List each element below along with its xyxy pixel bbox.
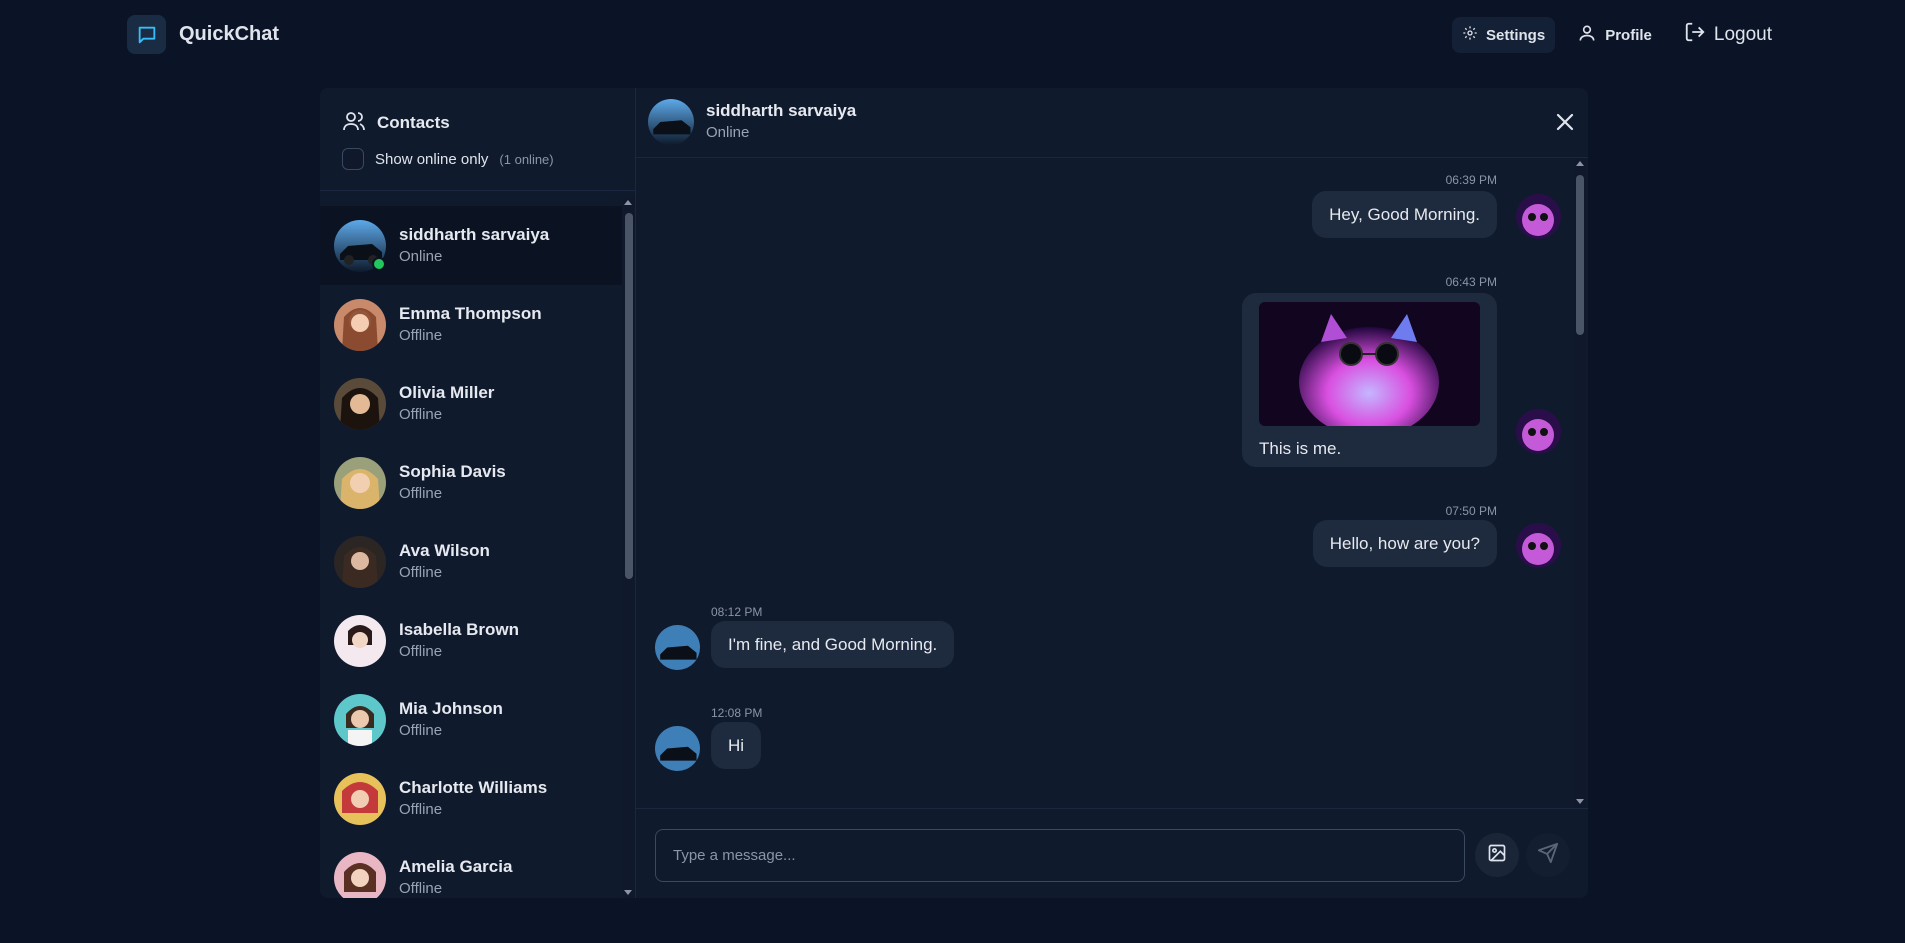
message-text: Hello, how are you?	[1329, 533, 1480, 553]
nav-actions: Settings Profile Logout	[1452, 17, 1782, 53]
message-bubble: Hey, Good Morning.	[1312, 191, 1497, 238]
message-text: I'm fine, and Good Morning.	[728, 634, 938, 654]
profile-button[interactable]: Profile	[1567, 17, 1662, 53]
send-button[interactable]	[1526, 833, 1570, 877]
image-icon	[1487, 843, 1507, 868]
logout-label: Logout	[1713, 24, 1772, 45]
message-text: Hey, Good Morning.	[1329, 204, 1480, 224]
brand[interactable]: QuickChat	[127, 15, 279, 54]
message-input[interactable]	[655, 829, 1465, 882]
send-icon	[1537, 842, 1559, 869]
user-icon	[1577, 23, 1597, 47]
message-bubble: I'm fine, and Good Morning.	[711, 621, 955, 668]
logout-button[interactable]: Logout	[1674, 17, 1782, 53]
car-photo-avatar	[655, 726, 700, 771]
chat-panel: siddharth sarvaiya Online 06:39 PM Hey, …	[320, 88, 1588, 898]
message-time: 12:08 PM	[711, 706, 763, 720]
close-icon[interactable]	[1553, 110, 1577, 134]
cat-photo-avatar	[1516, 194, 1561, 239]
message-outgoing: 07:50 PM Hello, how are you?	[636, 504, 1588, 572]
cat-with-sunglasses-image[interactable]	[1259, 302, 1480, 426]
app-name: QuickChat	[179, 23, 280, 45]
message-incoming: 08:12 PM I'm fine, and Good Morning.	[636, 605, 1588, 673]
scroll-up-arrow[interactable]	[1576, 161, 1584, 166]
message-text: Hi	[728, 735, 745, 755]
settings-button[interactable]: Settings	[1452, 17, 1556, 53]
cat-photo-avatar	[1516, 409, 1561, 454]
message-time: 07:50 PM	[1445, 504, 1497, 518]
message-incoming: 12:08 PM Hi	[636, 706, 1588, 774]
messages-area: 06:39 PM Hey, Good Morning. 06:43 PM Thi…	[636, 159, 1588, 809]
message-outgoing: 06:43 PM This is me.	[636, 275, 1588, 467]
message-time: 06:43 PM	[1445, 275, 1497, 289]
message-time: 06:39 PM	[1445, 173, 1497, 187]
message-text: This is me.	[1259, 439, 1342, 458]
message-bubble: This is me.	[1242, 293, 1497, 467]
gear-icon	[1462, 25, 1478, 45]
chat-contact-status: Online	[706, 124, 750, 141]
messages-scrollbar[interactable]	[1574, 159, 1586, 809]
chat-bubble-icon	[127, 15, 166, 54]
car-photo-avatar	[648, 99, 694, 145]
message-outgoing: 06:39 PM Hey, Good Morning.	[636, 173, 1588, 241]
profile-label: Profile	[1605, 26, 1652, 44]
scroll-thumb[interactable]	[1576, 175, 1584, 335]
chat-card: Contacts Show online only (1 online) sid…	[320, 88, 1588, 898]
attach-image-button[interactable]	[1475, 833, 1519, 877]
car-photo-avatar	[655, 625, 700, 670]
message-bubble: Hi	[711, 722, 762, 769]
message-bubble: Hello, how are you?	[1312, 520, 1497, 567]
message-time: 08:12 PM	[711, 605, 763, 619]
logout-icon	[1684, 21, 1706, 49]
chat-contact-name: siddharth sarvaiya	[706, 101, 857, 120]
settings-label: Settings	[1486, 26, 1546, 44]
message-composer	[636, 808, 1588, 898]
cat-photo-avatar	[1516, 523, 1561, 568]
navbar: QuickChat Settings Profile Logout	[0, 0, 1905, 70]
chat-contact-info[interactable]: siddharth sarvaiya Online	[648, 99, 856, 145]
scroll-down-arrow[interactable]	[1576, 799, 1584, 804]
